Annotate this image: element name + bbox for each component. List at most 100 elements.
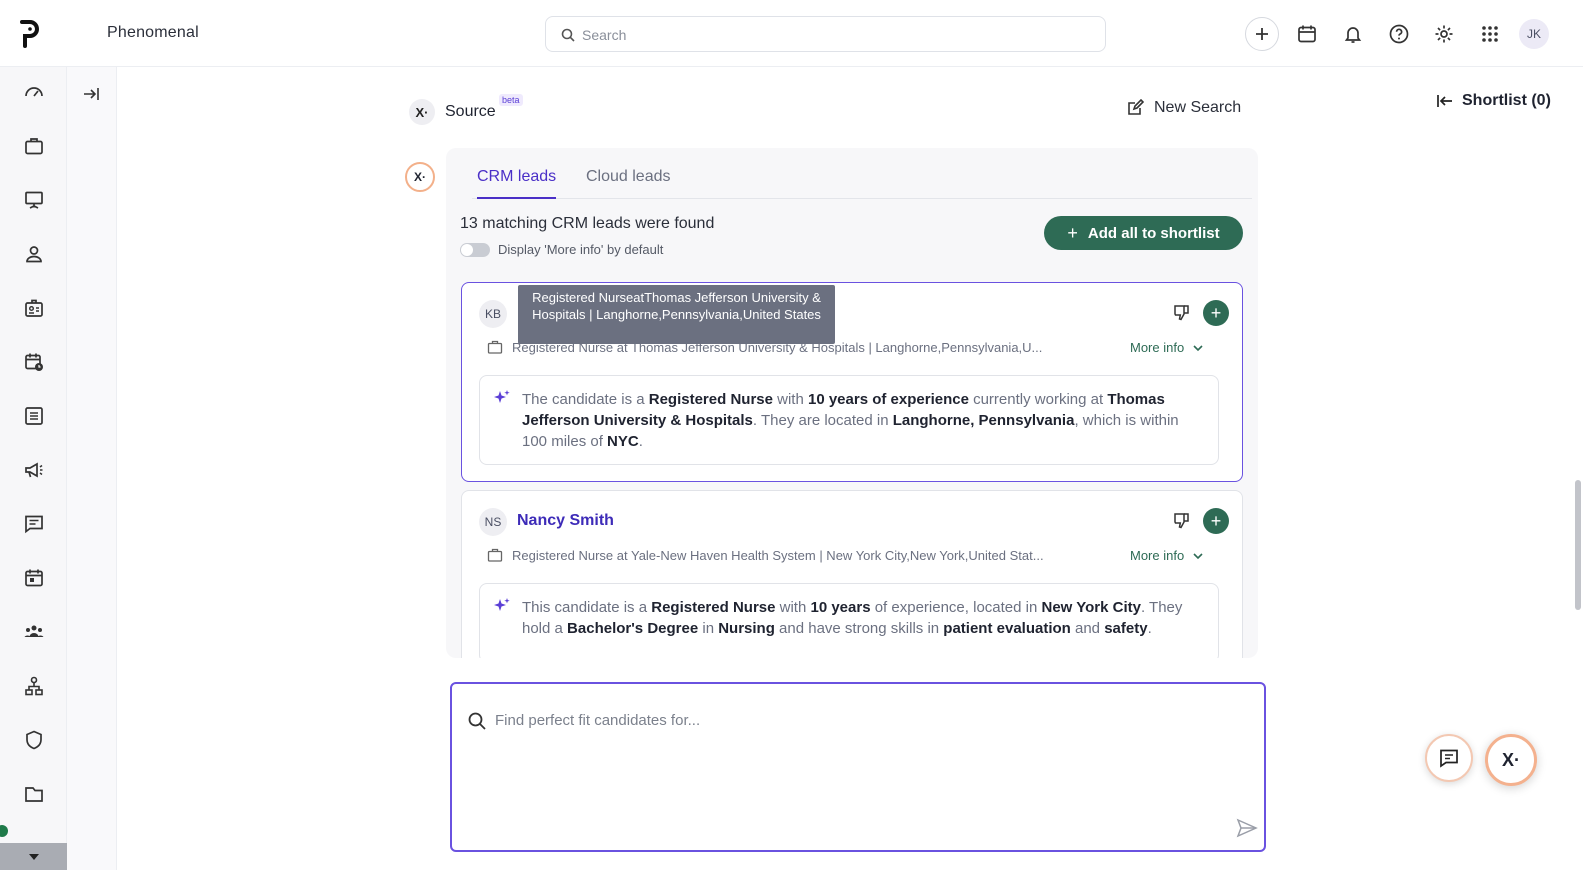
summary-highlight: Bachelor's Degree [567,620,699,637]
global-search[interactable] [545,16,1106,52]
ai-assistant-fab-button[interactable]: X· [1485,734,1537,786]
more-info-button[interactable]: More info [1130,548,1204,563]
summary-segment: in [698,620,719,637]
sparkle-icon [494,390,510,403]
summary-text: This candidate is a Registered Nurse wit… [522,597,1194,639]
org-chart-icon [25,676,43,696]
summary-highlight: NYC [607,433,639,450]
candidate-search-input[interactable] [495,707,1195,733]
summary-segment: with [772,391,808,408]
sidebar-expand-button[interactable] [0,843,67,870]
sparkle-icon [494,598,510,611]
candidate-summary: The candidate is a Registered Nurse with… [479,375,1219,465]
more-info-toggle-row: Display 'More info' by default [460,242,663,257]
new-search-label: New Search [1154,99,1242,116]
search-icon [561,28,575,42]
sidebar-item-jobs[interactable] [21,133,47,159]
page-scrollbar[interactable] [1575,480,1581,610]
summary-highlight: Registered Nurse [651,599,776,616]
help-icon [1389,24,1409,44]
candidate-name[interactable]: Nancy Smith [517,512,614,530]
top-bar: Phenomenal JK [0,0,1583,67]
tab-cloud-leads[interactable]: Cloud leads [586,168,671,197]
user-avatar[interactable]: JK [1519,19,1549,49]
shortlist-button[interactable]: Shortlist (0) [1436,92,1551,110]
candidate-role: Registered Nurse at Yale-New Haven Healt… [512,547,1044,563]
summary-segment: . [638,433,643,450]
source-title: Source [445,103,496,120]
summary-text: The candidate is a Registered Nurse with… [522,389,1194,452]
more-info-button[interactable]: More info [1130,340,1204,355]
sidebar-item-scheduling[interactable] [21,349,47,375]
thumbs-down-icon[interactable] [1172,303,1192,323]
summary-segment: . They are located in [752,412,893,429]
summary-segment: of experience, located in [870,599,1042,616]
sidebar-item-presentations[interactable] [21,187,47,213]
lead-tabs: CRM leads Cloud leads [472,162,1252,199]
add-to-shortlist-button[interactable]: + [1203,300,1229,326]
calendar-button[interactable] [1290,17,1324,51]
help-button[interactable] [1382,17,1416,51]
plus-icon [1256,28,1268,40]
summary-highlight: safety [1104,620,1148,637]
apps-button[interactable] [1473,17,1507,51]
candidate-card[interactable]: NS Nancy Smith + Registered Nurse at Yal… [461,490,1243,658]
dashboard-icon [25,87,43,97]
candidate-avatar: KB [479,300,507,328]
tab-crm-leads[interactable]: CRM leads [477,168,557,199]
thumbs-down-icon[interactable] [1172,511,1192,531]
settings-button[interactable] [1427,17,1461,51]
summary-segment: This candidate is a [522,599,652,616]
x-logo-icon: X· [409,99,435,125]
add-all-label: Add all to shortlist [1087,224,1220,242]
summary-segment: with [775,599,811,616]
ai-assistant-avatar: X· [405,162,435,192]
folder-icon [25,787,43,802]
edit-icon [1128,99,1144,115]
sidebar-item-candidates[interactable] [21,241,47,267]
calendar-clock-icon [25,353,43,371]
sidebar-item-security[interactable] [21,727,47,753]
sidebar-item-lists[interactable] [21,403,47,429]
candidate-search-composer[interactable] [450,682,1266,852]
message-icon [25,515,43,534]
caret-down-icon [28,853,39,860]
shortlist-label: Shortlist (0) [1462,92,1551,109]
sidebar-item-messages[interactable] [21,511,47,537]
calendar-icon [1298,25,1316,43]
new-search-button[interactable]: New Search [1126,99,1241,117]
notifications-button[interactable] [1336,17,1370,51]
phenom-logo[interactable] [16,18,42,50]
summary-highlight: Nursing [718,620,775,637]
chevron-down-icon [1193,344,1203,351]
sidebar-item-campaigns[interactable] [21,457,47,483]
summary-highlight: Registered Nurse [648,391,773,408]
more-info-toggle[interactable] [460,242,490,257]
add-to-shortlist-button[interactable]: + [1203,508,1229,534]
sidebar-item-dashboard[interactable] [21,79,47,105]
sidebar-item-org-chart[interactable] [21,673,47,699]
sidebar-item-employees[interactable] [21,295,47,321]
create-button[interactable] [1245,17,1279,51]
brand-name: Phenomenal [107,24,199,41]
sidebar-item-teams[interactable] [21,619,47,645]
global-search-input[interactable] [582,23,1082,47]
summary-segment: The candidate is a [522,391,649,408]
summary-segment: currently working at [968,391,1108,408]
expand-panel-icon[interactable] [81,84,101,104]
send-icon[interactable] [1236,817,1258,839]
candidate-summary: This candidate is a Registered Nurse wit… [479,583,1219,658]
sidebar-item-files[interactable] [21,781,47,807]
apps-grid-icon [1482,26,1498,42]
list-icon [25,407,43,425]
summary-highlight: 10 years of experience [807,391,969,408]
add-all-to-shortlist-button[interactable]: + Add all to shortlist [1044,216,1243,250]
summary-highlight: Langhorne, Pennsylvania [892,412,1075,429]
chat-icon [1440,749,1458,768]
sidebar-item-events[interactable] [21,565,47,591]
summary-highlight: patient evaluation [943,620,1071,637]
briefcase-icon [487,340,503,354]
chat-fab-button[interactable] [1425,734,1473,782]
candidate-role-row: Registered Nurse at Yale-New Haven Healt… [487,547,1092,563]
summary-segment: and have strong skills in [774,620,944,637]
